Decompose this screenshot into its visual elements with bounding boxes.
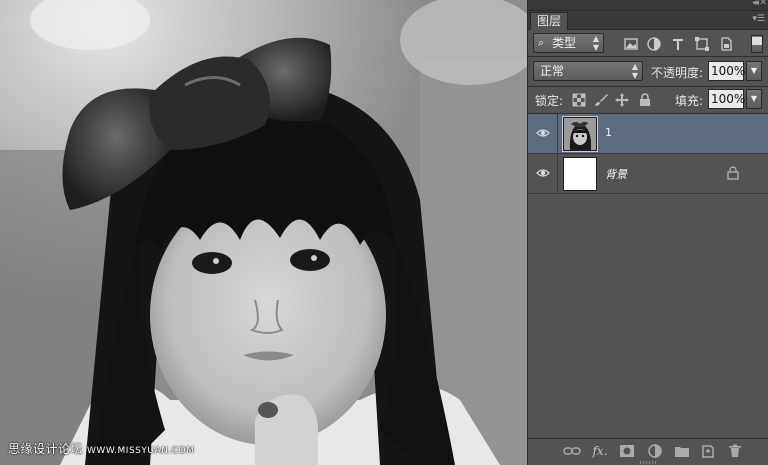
separator <box>557 154 558 194</box>
filter-row: ⌕ 类型 ▲ ▼ <box>528 32 768 56</box>
search-icon: ⌕ <box>538 36 545 49</box>
delete-layer-icon[interactable] <box>726 443 744 459</box>
collapse-panel-icon[interactable]: ◂◂ <box>752 0 759 8</box>
adjustment-layer-icon[interactable] <box>646 443 664 459</box>
lock-transparent-icon[interactable] <box>572 93 586 107</box>
shape-filter-icon[interactable] <box>694 36 710 52</box>
panel-menu-icon[interactable]: ▾☰ <box>752 14 765 24</box>
adjustment-filter-icon[interactable] <box>646 36 662 52</box>
lock-move-icon[interactable] <box>615 93 629 107</box>
close-panel-icon[interactable]: ✕ <box>759 0 767 8</box>
chevron-updown-icon: ▲ ▼ <box>592 34 599 52</box>
eye-icon[interactable] <box>536 167 550 179</box>
layer-name[interactable]: 背景 <box>605 166 627 182</box>
lock-row: 锁定: 填充: 100% ▼ <box>528 88 768 112</box>
resize-grip[interactable] <box>640 461 658 464</box>
grayscale-photo <box>0 0 527 465</box>
new-layer-icon[interactable] <box>699 443 717 459</box>
layer-row-1[interactable]: 1 <box>528 114 768 154</box>
watermark: 思缘设计论坛 WWW.MISSYUAN.COM <box>8 440 194 457</box>
filter-kind-dropdown[interactable]: ⌕ 类型 ▲ ▼ <box>533 33 604 53</box>
fill-input[interactable]: 100% <box>708 89 745 109</box>
add-mask-icon[interactable] <box>618 443 636 459</box>
type-filter-icon[interactable] <box>670 36 686 52</box>
panel-top-strip: ◂◂ ✕ <box>528 0 768 11</box>
watermark-text: 思缘设计论坛 <box>8 442 84 456</box>
opacity-input[interactable]: 100% <box>708 61 745 81</box>
lock-icon <box>727 166 739 180</box>
lock-label: 锁定: <box>535 94 564 108</box>
blend-mode-value: 正常 <box>540 64 565 78</box>
layer-row-background[interactable]: 背景 <box>528 154 768 194</box>
eye-icon[interactable] <box>536 127 550 139</box>
separator <box>528 86 768 87</box>
tab-layers[interactable]: 图层 <box>530 12 568 30</box>
fill-dropdown-button[interactable]: ▼ <box>746 89 762 109</box>
blend-row: 正常 ▲ ▼ 不透明度: 100% ▼ <box>528 58 768 84</box>
filter-toggle-switch[interactable] <box>751 35 763 53</box>
separator <box>528 56 768 57</box>
separator <box>557 114 558 154</box>
lock-brush-icon[interactable] <box>594 93 608 107</box>
lock-all-icon[interactable] <box>638 93 652 107</box>
layer-name[interactable]: 1 <box>605 126 612 139</box>
fill-label: 填充: <box>675 94 704 108</box>
smart-object-filter-icon[interactable] <box>718 36 734 52</box>
layers-bottom-toolbar: fx. <box>528 438 768 465</box>
link-layers-icon[interactable] <box>563 443 581 459</box>
fx-icon[interactable]: fx. <box>591 443 609 459</box>
watermark-url: WWW.MISSYUAN.COM <box>87 446 195 456</box>
opacity-dropdown-button[interactable]: ▼ <box>746 61 762 81</box>
layer-thumbnail[interactable] <box>562 116 598 152</box>
document-canvas[interactable]: 思缘设计论坛 WWW.MISSYUAN.COM <box>0 0 527 465</box>
layers-list: 1 背景 <box>528 114 768 438</box>
opacity-label: 不透明度: <box>651 66 704 80</box>
photo-thumbnail-image <box>564 118 596 150</box>
blend-mode-dropdown[interactable]: 正常 ▲ ▼ <box>533 61 643 81</box>
image-filter-icon[interactable] <box>623 36 639 52</box>
layer-thumbnail[interactable] <box>563 157 597 191</box>
new-group-icon[interactable] <box>673 443 691 459</box>
layers-panel: ◂◂ ✕ 图层 ▾☰ ⌕ 类型 ▲ ▼ 正常 ▲ ▼ 不透明度: 100% ▼ 锁定… <box>527 0 768 465</box>
filter-kind-value: 类型 <box>552 36 577 50</box>
panel-tab-bar: 图层 ▾☰ <box>528 11 768 30</box>
chevron-updown-icon: ▲ ▼ <box>631 62 638 80</box>
